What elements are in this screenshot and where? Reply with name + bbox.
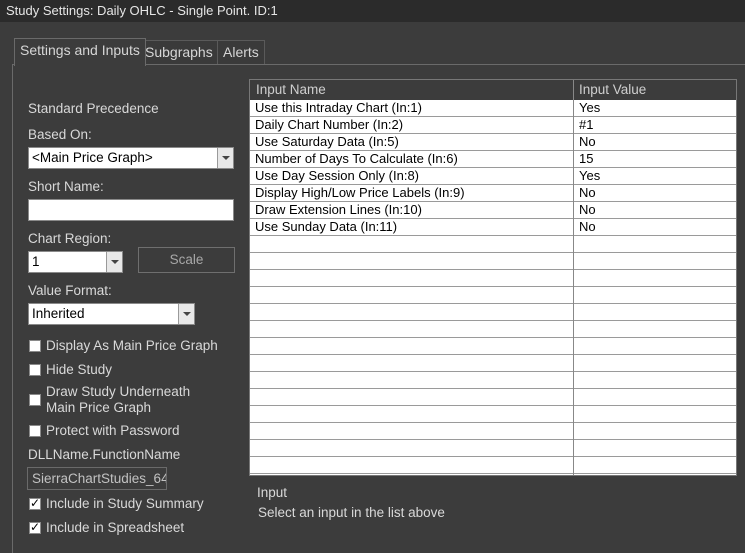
empty-table-row — [250, 236, 736, 253]
empty-table-row — [250, 406, 736, 423]
value-format-value: Inherited — [32, 306, 85, 321]
chevron-down-icon[interactable] — [106, 252, 122, 272]
table-row[interactable]: Number of Days To Calculate (In:6) 15 — [250, 151, 736, 168]
input-name-cell[interactable]: Use this Intraday Chart (In:1) — [255, 100, 422, 116]
input-name-cell[interactable]: Use Day Session Only (In:8) — [255, 168, 419, 184]
draw-study-underneath-label: Draw Study Underneath — [46, 384, 191, 399]
include-in-spreadsheet-checkbox[interactable] — [29, 520, 41, 534]
input-value-cell[interactable]: Yes — [579, 100, 600, 116]
empty-table-row — [250, 372, 736, 389]
input-value-cell[interactable]: No — [579, 202, 596, 218]
hide-study-checkbox[interactable] — [29, 364, 41, 376]
draw-study-underneath-label-line2: Main Price Graph — [46, 400, 152, 415]
table-row[interactable]: Draw Extension Lines (In:10) No — [250, 202, 736, 219]
input-value-cell[interactable]: No — [579, 134, 596, 150]
protect-with-password-checkbox[interactable] — [29, 425, 41, 437]
include-in-study-summary-label: Include in Study Summary — [46, 496, 204, 511]
tab-subgraphs[interactable]: Subgraphs — [139, 40, 219, 64]
draw-study-underneath-checkbox[interactable] — [29, 394, 41, 406]
chevron-down-icon[interactable] — [178, 304, 194, 324]
empty-table-row — [250, 355, 736, 372]
chevron-down-icon[interactable] — [217, 148, 233, 168]
table-row[interactable]: Daily Chart Number (In:2) #1 — [250, 117, 736, 134]
input-name-cell[interactable]: Use Sunday Data (In:11) — [255, 219, 397, 235]
empty-table-row — [250, 304, 736, 321]
empty-table-row — [250, 440, 736, 457]
empty-table-row — [250, 253, 736, 270]
inputs-grid[interactable]: Input Name Input Value Use this Intraday… — [249, 79, 737, 476]
grid-header: Input Name Input Value — [250, 80, 736, 100]
table-row[interactable]: Display High/Low Price Labels (In:9) No — [250, 185, 736, 202]
empty-table-row — [250, 287, 736, 304]
input-value-cell[interactable]: No — [579, 219, 596, 235]
based-on-value: <Main Price Graph> — [32, 150, 153, 165]
dll-function-field: SierraChartStudies_64 — [27, 467, 167, 490]
input-name-cell[interactable]: Use Saturday Data (In:5) — [255, 134, 399, 150]
input-value-cell[interactable]: Yes — [579, 168, 600, 184]
standard-precedence-label: Standard Precedence — [28, 101, 159, 116]
window-title: Study Settings: Daily OHLC - Single Poin… — [0, 0, 745, 22]
display-as-main-price-graph-checkbox[interactable] — [29, 340, 41, 352]
value-format-label: Value Format: — [28, 283, 112, 298]
empty-table-row — [250, 338, 736, 355]
table-row[interactable]: Use Saturday Data (In:5) No — [250, 134, 736, 151]
value-format-select[interactable]: Inherited — [28, 303, 195, 325]
input-info-title: Input — [257, 485, 288, 500]
tab-settings-and-inputs[interactable]: Settings and Inputs — [14, 38, 146, 66]
empty-table-row — [250, 321, 736, 338]
dll-function-label: DLLName.FunctionName — [28, 447, 181, 462]
based-on-label: Based On: — [28, 127, 92, 142]
table-row[interactable]: Use Sunday Data (In:11) No — [250, 219, 736, 236]
chart-region-value: 1 — [32, 254, 40, 269]
protect-with-password-label: Protect with Password — [46, 423, 180, 438]
empty-table-row — [250, 389, 736, 406]
table-row[interactable]: Use Day Session Only (In:8) Yes — [250, 168, 736, 185]
based-on-select[interactable]: <Main Price Graph> — [28, 147, 234, 169]
tab-alerts[interactable]: Alerts — [217, 40, 265, 64]
empty-table-row — [250, 423, 736, 440]
empty-table-row — [250, 270, 736, 287]
display-as-main-price-graph-label: Display As Main Price Graph — [46, 338, 218, 353]
input-name-cell[interactable]: Number of Days To Calculate (In:6) — [255, 151, 458, 167]
table-row[interactable]: Use this Intraday Chart (In:1) Yes — [250, 100, 736, 117]
scale-button[interactable]: Scale — [138, 247, 235, 273]
column-divider — [573, 80, 574, 475]
grid-rows: Use this Intraday Chart (In:1) Yes Daily C… — [250, 100, 736, 474]
column-header-input-value[interactable]: Input Value — [579, 82, 646, 97]
input-name-cell[interactable]: Display High/Low Price Labels (In:9) — [255, 185, 465, 201]
hide-study-label: Hide Study — [46, 362, 113, 377]
input-name-cell[interactable]: Draw Extension Lines (In:10) — [255, 202, 422, 218]
short-name-input[interactable] — [28, 199, 234, 221]
column-header-input-name[interactable]: Input Name — [256, 82, 326, 97]
input-value-cell[interactable]: #1 — [579, 117, 593, 133]
include-in-spreadsheet-label: Include in Spreadsheet — [46, 520, 185, 535]
include-in-study-summary-checkbox[interactable] — [29, 496, 41, 510]
input-info-description: Select an input in the list above — [258, 505, 445, 520]
chart-region-label: Chart Region: — [28, 231, 112, 246]
chart-region-select[interactable]: 1 — [28, 251, 123, 273]
short-name-label: Short Name: — [28, 179, 104, 194]
input-name-cell[interactable]: Daily Chart Number (In:2) — [255, 117, 403, 133]
input-value-cell[interactable]: 15 — [579, 151, 593, 167]
input-value-cell[interactable]: No — [579, 185, 596, 201]
empty-table-row — [250, 457, 736, 474]
